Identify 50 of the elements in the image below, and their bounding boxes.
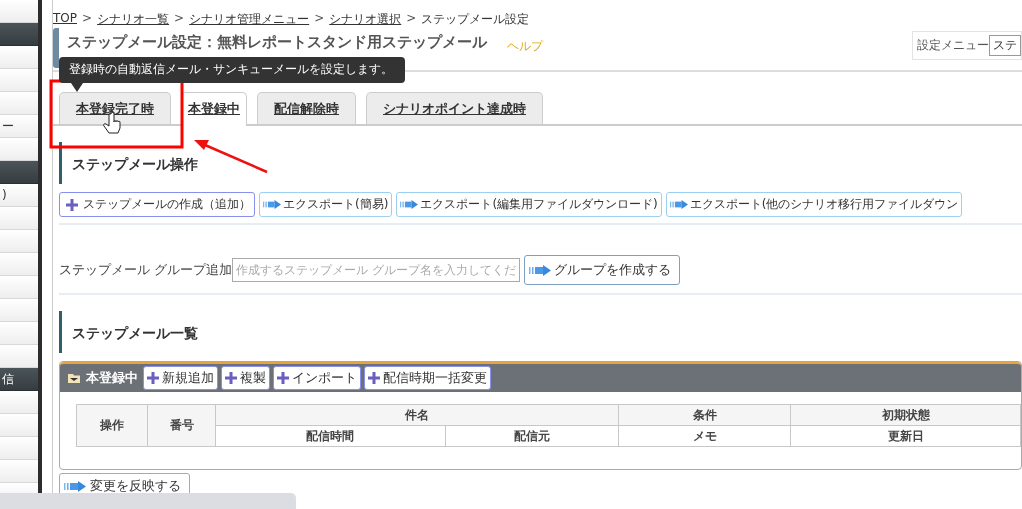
- settings-menu-select[interactable]: ステ: [989, 35, 1021, 56]
- tab[interactable]: 本登録完了時: [59, 92, 171, 124]
- arrow-icon: [263, 199, 281, 210]
- plus-icon: [225, 372, 237, 384]
- field-label: ステップメール グループ追加: [59, 261, 233, 279]
- create-button[interactable]: ステップメールの作成（追加）: [59, 192, 255, 217]
- breadcrumb-separator: >: [174, 11, 185, 22]
- group-action-button[interactable]: 複製: [221, 366, 270, 390]
- tab[interactable]: シナリオポイント達成時: [366, 92, 543, 124]
- arrow-icon: [529, 264, 552, 276]
- group-action-button[interactable]: インポート: [273, 366, 361, 390]
- input-field[interactable]: 作成するステップメール グループ名を入力してくだ: [232, 258, 521, 282]
- title-accent: [53, 28, 59, 68]
- tooltip: 登録時の自動返信メール・サンキューメールを設定します。: [59, 57, 405, 83]
- column-header: 操作: [76, 404, 148, 447]
- breadcrumb-separator: >: [314, 11, 325, 22]
- arrow-icon: [64, 480, 86, 492]
- sidebar-header[interactable]: [0, 161, 38, 184]
- column-header: 件名: [215, 404, 619, 426]
- group-action-button[interactable]: 新規追加: [143, 366, 218, 390]
- column-header: 更新日: [790, 425, 1021, 447]
- section-title: ステップメール一覧: [72, 325, 198, 343]
- page-title: ステップメール設定：無料レポートスタンド用ステップメール: [67, 33, 487, 51]
- tab[interactable]: 配信解除時: [257, 92, 356, 124]
- export-button[interactable]: エクスポート(編集用ファイルダウンロード): [396, 192, 662, 217]
- group-name: 本登録中: [86, 369, 138, 387]
- settings-menu-label: 設定メニュー: [917, 37, 989, 54]
- column-header: 初期状態: [790, 404, 1021, 426]
- folder-icon: [68, 373, 80, 383]
- column-header: 配信時間: [215, 425, 446, 447]
- plus-icon: [368, 372, 380, 384]
- breadcrumb-separator: >: [82, 11, 93, 22]
- sidebar-header[interactable]: [0, 23, 38, 46]
- group-action-button[interactable]: 配信時期一括変更: [364, 366, 491, 390]
- breadcrumb-link[interactable]: TOP: [53, 11, 77, 22]
- plus-icon: [277, 372, 289, 384]
- arrow-icon: [669, 199, 688, 210]
- tooltip-arrow: [71, 83, 83, 92]
- export-button[interactable]: エクスポート(簡易): [259, 192, 393, 217]
- create-group-button[interactable]: グループを作成する: [524, 255, 681, 285]
- section-title: ステップメール操作: [72, 156, 198, 174]
- tab[interactable]: 本登録中: [181, 92, 247, 126]
- column-header: 条件: [618, 404, 791, 426]
- arrow-icon: [400, 199, 419, 210]
- sidebar-header[interactable]: 信: [0, 368, 38, 391]
- plus-icon: [147, 372, 159, 384]
- plus-icon: [63, 198, 81, 211]
- breadcrumb-separator: >: [406, 11, 417, 22]
- column-header: 番号: [147, 404, 216, 447]
- export-button[interactable]: エクスポート(他のシナリオ移行用ファイルダウン: [665, 192, 963, 217]
